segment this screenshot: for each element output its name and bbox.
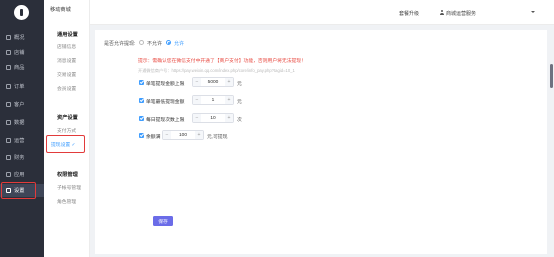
unit-label: 元,可提现: [207, 135, 228, 140]
subnav-group-title: 资产设置: [57, 115, 78, 121]
subnav-item-member[interactable]: 会员设置: [57, 85, 76, 92]
daily-limit-stepper[interactable]: − 10 +: [192, 113, 234, 123]
app-name: 移动商城: [50, 7, 71, 13]
logo-icon[interactable]: [14, 5, 29, 20]
sidebar-item-apps[interactable]: 应用: [0, 168, 44, 181]
subnav-item-message[interactable]: 消息设置: [57, 57, 76, 64]
balance-checkbox[interactable]: [139, 133, 144, 138]
subnav-item-trade[interactable]: 交易设置: [57, 71, 76, 78]
sidebar-item-data[interactable]: 数据: [0, 116, 44, 129]
minus-icon[interactable]: −: [193, 96, 201, 104]
settings-subnav: 移动商城 通用设置 店铺信息 消息设置 交易设置 会员设置 资产设置 支付方式 …: [44, 0, 90, 257]
stepper-value[interactable]: 1: [201, 98, 225, 103]
stepper-value[interactable]: 5000: [201, 80, 225, 85]
sidebar-item-goods[interactable]: 商品: [0, 61, 44, 74]
apps-icon: [6, 172, 11, 177]
single-max-stepper[interactable]: − 5000 +: [192, 77, 234, 87]
goods-icon: [6, 65, 11, 70]
data-icon: [6, 120, 11, 125]
unit-label: 元: [237, 82, 242, 87]
stepper-value[interactable]: 10: [201, 116, 225, 121]
main-sidebar: 概况 店铺 商品 订单 客户 数据 运营 财务 应用 设置: [0, 0, 44, 257]
scrollbar[interactable]: [550, 64, 553, 88]
single-min-checkbox[interactable]: [139, 98, 144, 103]
sidebar-item-finance[interactable]: 财务: [0, 151, 44, 164]
single-min-stepper[interactable]: − 1 +: [192, 95, 234, 105]
upgrade-link[interactable]: 套餐升级: [399, 10, 419, 17]
chevron-down-icon[interactable]: [531, 11, 535, 13]
balance-stepper[interactable]: − 100 +: [162, 130, 204, 140]
allow-withdraw-label: 是否允许提现:: [104, 41, 136, 47]
user-icon: [439, 10, 444, 15]
sidebar-item-operation[interactable]: 运营: [0, 134, 44, 147]
finance-icon: [6, 155, 11, 160]
sidebar-item-overview[interactable]: 概况: [0, 31, 44, 44]
minus-icon[interactable]: −: [193, 114, 201, 122]
radio-label: 不允许: [147, 41, 163, 47]
save-button[interactable]: 保存: [153, 216, 173, 226]
subnav-item-store-info[interactable]: 店铺信息: [57, 43, 76, 50]
daily-limit-checkbox[interactable]: [139, 116, 144, 121]
radio-allow[interactable]: [166, 40, 171, 45]
minus-icon[interactable]: −: [193, 78, 201, 86]
subnav-group-title: 通用设置: [57, 32, 78, 38]
sidebar-item-label: 运营: [14, 138, 25, 144]
subnav-item-roles[interactable]: 角色管理: [57, 198, 76, 205]
subnav-group-title: 权限管理: [57, 172, 78, 178]
order-icon: [6, 84, 11, 89]
top-bar: [90, 0, 554, 25]
sidebar-item-label: 财务: [14, 155, 25, 161]
plus-icon[interactable]: +: [225, 114, 233, 122]
sidebar-item-label: 订单: [14, 84, 25, 90]
unit-label: 次: [237, 118, 242, 123]
balance-label: 余额满: [146, 135, 161, 140]
plus-icon[interactable]: +: [225, 78, 233, 86]
minus-icon[interactable]: −: [163, 131, 171, 139]
customer-icon: [6, 102, 11, 107]
sidebar-item-label: 数据: [14, 120, 25, 126]
sidebar-item-label: 应用: [14, 172, 25, 178]
single-max-checkbox[interactable]: [139, 80, 144, 85]
stepper-value[interactable]: 100: [171, 133, 195, 138]
overview-icon: [6, 35, 11, 40]
store-icon: [6, 50, 11, 55]
warning-text: 提示：需确认您在微信支付中开通了【商户支付】功能，否则用户将无法提现！: [138, 59, 306, 64]
highlight-withdraw: [46, 135, 85, 153]
unit-label: 元: [237, 100, 242, 105]
user-menu[interactable]: 商城运营服务: [446, 10, 476, 17]
sidebar-item-label: 客户: [14, 102, 25, 108]
daily-limit-label: 每日提现次数上限: [146, 118, 185, 123]
single-min-label: 单笔最低提现金额: [146, 100, 185, 105]
sidebar-item-order[interactable]: 订单: [0, 80, 44, 93]
subnav-item-subaccount[interactable]: 子帐号管理: [57, 184, 81, 191]
plus-icon[interactable]: +: [195, 131, 203, 139]
plus-icon[interactable]: +: [225, 96, 233, 104]
highlight-settings: [1, 182, 36, 199]
radio-disallow[interactable]: [139, 40, 144, 45]
subnav-item-payment[interactable]: 支付方式: [57, 127, 76, 134]
sidebar-item-label: 概况: [14, 35, 25, 41]
sidebar-item-store[interactable]: 店铺: [0, 46, 44, 59]
sidebar-item-label: 店铺: [14, 50, 25, 56]
operation-icon: [6, 138, 11, 143]
sidebar-item-customer[interactable]: 客户: [0, 98, 44, 111]
sidebar-item-label: 商品: [14, 65, 25, 71]
hint-text: 开通微信商户号：https://pay.weixin.qq.com/index.…: [138, 68, 295, 73]
radio-label: 允许: [174, 41, 185, 47]
single-max-label: 单笔提现金额上限: [146, 82, 185, 87]
